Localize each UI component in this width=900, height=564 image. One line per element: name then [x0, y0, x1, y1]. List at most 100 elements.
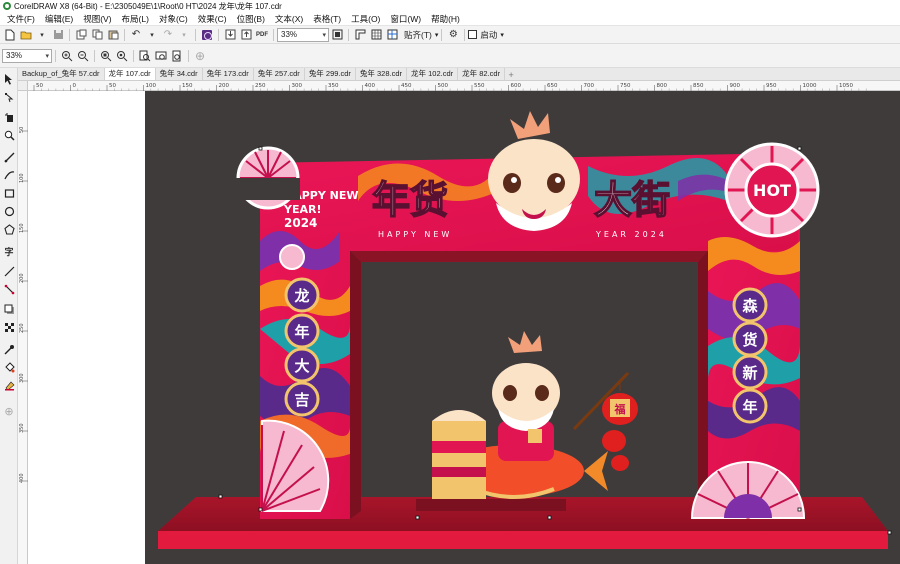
snap-label: 贴齐(T) — [404, 29, 432, 40]
tab-label: 兔年 173.cdr — [206, 69, 249, 78]
ruler-origin[interactable] — [18, 81, 28, 91]
search-content-icon[interactable] — [200, 28, 214, 42]
ruler-tick-label: 600 — [511, 83, 522, 89]
snap-to-dropdown[interactable]: 贴齐(T) ▾ — [404, 29, 438, 41]
publish-pdf-icon[interactable]: PDF — [255, 28, 269, 42]
options-gear-icon[interactable]: ⚙ — [446, 28, 460, 42]
standard-toolbar: ▾ ↶ ▾ ↷ ▾ PDF 33% ▾ 贴齐(T) ▾ ⚙ 启动 ▾ — [0, 26, 900, 44]
right-circle-2-text: 货 — [742, 331, 757, 349]
menu-text[interactable]: 文本(X) — [270, 12, 308, 26]
artistic-media-tool-icon[interactable] — [2, 168, 16, 182]
export-icon[interactable] — [239, 28, 253, 42]
redo-dropdown-icon[interactable]: ▾ — [177, 28, 191, 42]
separator — [124, 28, 125, 41]
ruler-tick-label: 50 — [19, 127, 25, 133]
save-icon[interactable] — [51, 28, 65, 42]
ruler-tick-label: 50 — [36, 83, 43, 89]
rectangle-tool-icon[interactable] — [2, 186, 16, 200]
zoom-to-page-width-icon[interactable] — [154, 49, 168, 63]
top-left-fan[interactable] — [236, 146, 300, 210]
dragon-head-mascot[interactable] — [488, 111, 580, 231]
horizontal-ruler[interactable]: 50 0 50 100 150 200 250 300 350 400 450 500 550 600 65… — [28, 81, 900, 91]
paste-icon[interactable] — [106, 28, 120, 42]
menu-help[interactable]: 帮助(H) — [426, 12, 465, 26]
menu-view[interactable]: 视图(V) — [78, 12, 116, 26]
ellipse-tool-icon[interactable] — [2, 204, 16, 218]
tab-rabbit-257[interactable]: 兔年 257.cdr — [254, 68, 305, 80]
drawing-canvas[interactable]: 年货 HAPPY NEW 大街 YEAR 2024 HAPPY NEW YEAR… — [28, 91, 900, 564]
new-document-icon[interactable] — [3, 28, 17, 42]
new-tab-plus-icon[interactable]: + — [505, 70, 517, 80]
drop-shadow-tool-icon[interactable] — [2, 302, 16, 316]
crop-tool-icon[interactable] — [2, 110, 16, 124]
tab-label: 兔年 34.cdr — [159, 69, 198, 78]
transparency-tool-icon[interactable] — [2, 320, 16, 334]
artwork-layer: 年货 HAPPY NEW 大街 YEAR 2024 HAPPY NEW YEAR… — [158, 111, 892, 549]
tab-backup-rabbit-57[interactable]: Backup_of_兔年 57.cdr — [18, 68, 105, 80]
title-left-text: 年货 — [372, 178, 448, 222]
zoom-tool-icon[interactable] — [2, 128, 16, 142]
undo-icon[interactable]: ↶ — [129, 28, 143, 42]
polygon-tool-icon[interactable] — [2, 222, 16, 236]
tab-dragon-82[interactable]: 龙年 82.cdr — [458, 68, 506, 80]
show-grid-icon[interactable] — [369, 28, 383, 42]
show-guidelines-icon[interactable] — [385, 28, 399, 42]
copy-icon[interactable] — [90, 28, 104, 42]
menu-window[interactable]: 窗口(W) — [385, 12, 426, 26]
menu-object[interactable]: 对象(C) — [154, 12, 193, 26]
tab-rabbit-299[interactable]: 兔年 299.cdr — [305, 68, 356, 80]
zoom-to-page-icon[interactable] — [138, 49, 152, 63]
eyedropper-tool-icon[interactable] — [2, 342, 16, 356]
open-dropdown-icon[interactable]: ▾ — [35, 28, 49, 42]
pick-tool-icon[interactable] — [2, 72, 16, 86]
redo-icon[interactable]: ↷ — [161, 28, 175, 42]
import-icon[interactable] — [223, 28, 237, 42]
cut-icon[interactable] — [74, 28, 88, 42]
zoom-levels-select[interactable]: 33% ▾ — [2, 48, 52, 63]
tab-dragon-102[interactable]: 龙年 102.cdr — [407, 68, 459, 80]
coreldraw-logo-icon — [3, 2, 11, 10]
ruler-tick-label: 700 — [584, 83, 595, 89]
menu-edit[interactable]: 编辑(E) — [40, 12, 78, 26]
add-tool-icon[interactable]: ⊕ — [2, 404, 16, 418]
menu-table[interactable]: 表格(T) — [308, 12, 346, 26]
connector-tool-icon[interactable] — [2, 282, 16, 296]
ruler-tick-label: 300 — [292, 83, 303, 89]
tab-label: 龙年 82.cdr — [462, 69, 501, 78]
zoom-level-select[interactable]: 33% ▾ — [277, 27, 329, 42]
title-right-group[interactable]: 大街 YEAR 2024 — [593, 177, 671, 239]
full-screen-preview-icon[interactable] — [330, 28, 344, 42]
zoom-in-icon[interactable] — [60, 49, 74, 63]
left-circle-1-text: 龙 — [293, 287, 309, 305]
tab-rabbit-173[interactable]: 兔年 173.cdr — [203, 68, 254, 80]
smart-fill-tool-icon[interactable] — [2, 378, 16, 392]
zoom-out-icon[interactable] — [76, 49, 90, 63]
parallel-dimension-tool-icon[interactable] — [2, 264, 16, 278]
zoom-to-selected-icon[interactable] — [99, 49, 113, 63]
menu-bitmaps[interactable]: 位图(B) — [232, 12, 270, 26]
vertical-ruler[interactable]: 50 100 150 200 250 300 350 400 — [18, 91, 28, 564]
undo-dropdown-icon[interactable]: ▾ — [145, 28, 159, 42]
ruler-tick-label: 150 — [19, 223, 25, 233]
show-rulers-icon[interactable] — [353, 28, 367, 42]
title-left-group[interactable]: 年货 HAPPY NEW — [371, 177, 452, 239]
application-launcher-dropdown[interactable]: 启动 ▾ — [468, 29, 504, 41]
menu-tools[interactable]: 工具(O) — [346, 12, 385, 26]
tab-rabbit-328[interactable]: 兔年 328.cdr — [356, 68, 408, 80]
hot-badge[interactable]: HOT — [724, 142, 820, 238]
freehand-tool-icon[interactable] — [2, 150, 16, 164]
menu-layout[interactable]: 布局(L) — [117, 12, 154, 26]
property-bar: 33% ▾ ⊕ — [0, 44, 900, 68]
interactive-fill-tool-icon[interactable] — [2, 360, 16, 374]
zoom-to-page-height-icon[interactable] — [170, 49, 184, 63]
add-icon[interactable]: ⊕ — [193, 49, 207, 63]
tab-dragon-107[interactable]: 龙年 107.cdr — [104, 68, 156, 80]
open-folder-icon[interactable] — [19, 28, 33, 42]
text-tool-icon[interactable]: 字 — [2, 244, 16, 258]
zoom-to-all-objects-icon[interactable] — [115, 49, 129, 63]
tab-rabbit-34[interactable]: 兔年 34.cdr — [156, 68, 203, 80]
menu-file[interactable]: 文件(F) — [2, 12, 40, 26]
ruler-tick-label: 450 — [401, 83, 412, 89]
menu-effects[interactable]: 效果(C) — [193, 12, 232, 26]
shape-tool-icon[interactable] — [2, 90, 16, 104]
